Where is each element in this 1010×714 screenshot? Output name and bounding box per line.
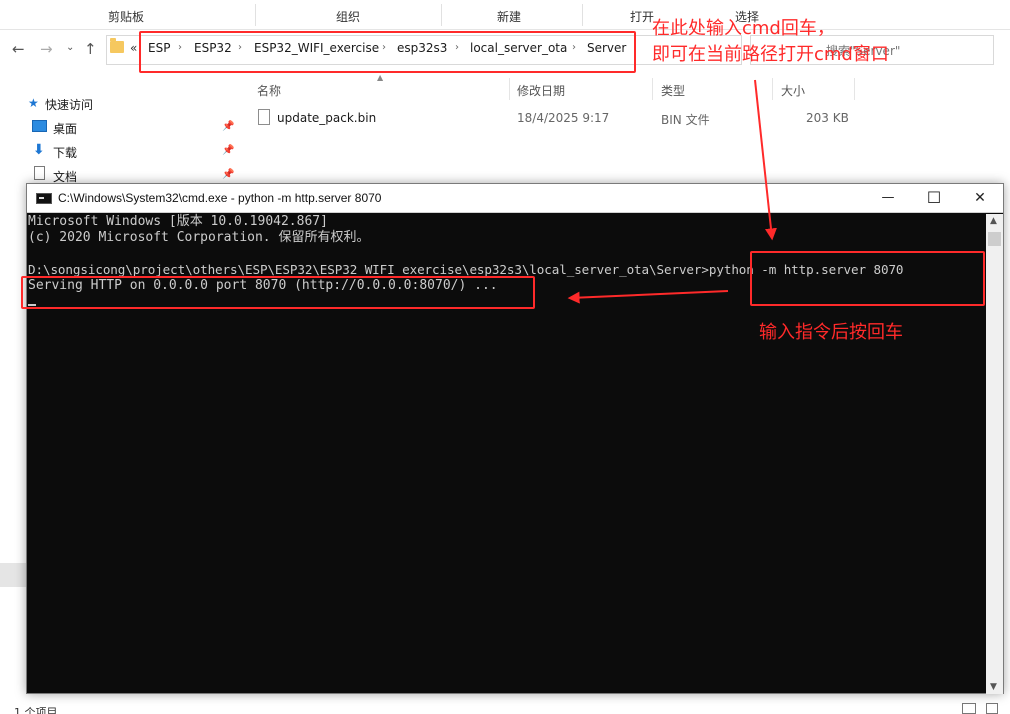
annotation-arrows [567,79,777,304]
arrow-to-output [567,290,729,304]
arrow-to-command [754,79,777,241]
